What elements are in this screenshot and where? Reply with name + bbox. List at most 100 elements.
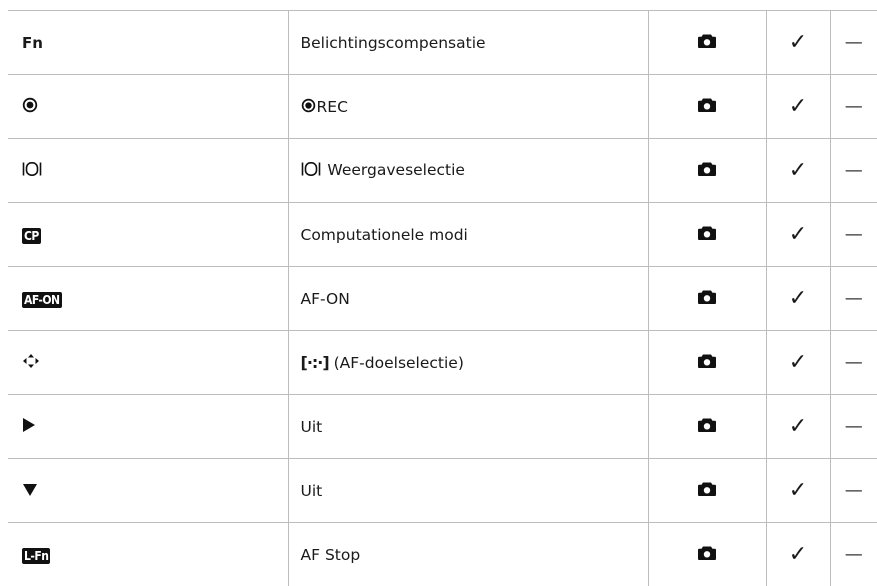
check-cell: ✓ [766, 267, 830, 331]
button-cell [8, 139, 288, 203]
dash-cell: — [830, 203, 877, 267]
camera-icon [697, 353, 717, 373]
checkmark-icon: ✓ [789, 222, 807, 247]
multi-selector-icon [22, 353, 40, 373]
checkmark-icon: ✓ [789, 350, 807, 375]
record-icon [22, 97, 38, 117]
button-cell [8, 331, 288, 395]
function-label: REC [317, 98, 348, 116]
camera-icon [697, 417, 717, 437]
table-row: L-Fn AF Stop ✓ — [8, 523, 877, 586]
camera-icon [697, 97, 717, 117]
table-row: Fn Belichtingscompensatie ✓ — [8, 11, 877, 75]
fn-button-label: Fn [22, 34, 43, 52]
mode-cell [648, 75, 766, 139]
camera-icon [697, 33, 717, 53]
button-cell: CP [8, 203, 288, 267]
dash-cell: — [830, 139, 877, 203]
table-row: AF-ON AF-ON ✓ — [8, 267, 877, 331]
function-cell: Belichtingscompensatie [288, 11, 648, 75]
checkmark-icon: ✓ [789, 414, 807, 439]
checkmark-icon: ✓ [789, 30, 807, 55]
function-label: Uit [301, 482, 323, 500]
checkmark-icon: ✓ [789, 478, 807, 503]
checkmark-icon: ✓ [789, 94, 807, 119]
button-cell [8, 459, 288, 523]
not-available-dash: — [845, 480, 863, 501]
button-cell: AF-ON [8, 267, 288, 331]
mode-cell [648, 139, 766, 203]
display-selection-icon [301, 161, 321, 181]
check-cell: ✓ [766, 395, 830, 459]
function-label: Computationele modi [301, 226, 468, 244]
not-available-dash: — [845, 224, 863, 245]
arrow-right-icon [22, 417, 36, 437]
function-label: Uit [301, 418, 323, 436]
check-cell: ✓ [766, 139, 830, 203]
button-cell [8, 395, 288, 459]
function-label: Weergaveselectie [323, 161, 465, 179]
table-row: REC ✓ — [8, 75, 877, 139]
check-cell: ✓ [766, 523, 830, 586]
checkmark-icon: ✓ [789, 542, 807, 567]
dash-cell: — [830, 331, 877, 395]
dash-cell: — [830, 267, 877, 331]
not-available-dash: — [845, 352, 863, 373]
function-label: AF-ON [301, 290, 350, 308]
function-cell: Weergaveselectie [288, 139, 648, 203]
table-row: [·:·] (AF-doelselectie) ✓ — [8, 331, 877, 395]
table-row: Uit ✓ — [8, 459, 877, 523]
record-icon [301, 98, 316, 117]
function-table: Fn Belichtingscompensatie ✓ — REC ✓ — Weergave… [8, 10, 877, 586]
checkmark-icon: ✓ [789, 286, 807, 311]
not-available-dash: — [845, 544, 863, 565]
table-row: CP Computationele modi ✓ — [8, 203, 877, 267]
function-cell: Uit [288, 395, 648, 459]
check-cell: ✓ [766, 331, 830, 395]
table-row: Uit ✓ — [8, 395, 877, 459]
check-cell: ✓ [766, 11, 830, 75]
button-badge-icon: CP [22, 228, 41, 244]
button-cell: Fn [8, 11, 288, 75]
check-cell: ✓ [766, 75, 830, 139]
mode-cell [648, 267, 766, 331]
check-cell: ✓ [766, 459, 830, 523]
function-cell: AF-ON [288, 267, 648, 331]
dash-cell: — [830, 523, 877, 586]
dash-cell: — [830, 75, 877, 139]
button-cell: L-Fn [8, 523, 288, 586]
mode-cell [648, 395, 766, 459]
camera-icon [697, 545, 717, 565]
mode-cell [648, 459, 766, 523]
mode-cell [648, 203, 766, 267]
af-target-icon: [·:·] [301, 353, 329, 372]
table-row: Weergaveselectie ✓ — [8, 139, 877, 203]
button-badge-icon: AF-ON [22, 292, 62, 308]
dash-cell: — [830, 395, 877, 459]
not-available-dash: — [845, 32, 863, 53]
camera-icon [697, 289, 717, 309]
camera-icon [697, 161, 717, 181]
not-available-dash: — [845, 96, 863, 117]
button-cell [8, 75, 288, 139]
not-available-dash: — [845, 160, 863, 181]
mode-cell [648, 523, 766, 586]
function-cell: Computationele modi [288, 203, 648, 267]
function-cell: [·:·] (AF-doelselectie) [288, 331, 648, 395]
function-label: AF Stop [301, 546, 361, 564]
arrow-down-icon [22, 482, 38, 501]
function-cell: Uit [288, 459, 648, 523]
function-cell: AF Stop [288, 523, 648, 586]
dash-cell: — [830, 459, 877, 523]
not-available-dash: — [845, 416, 863, 437]
mode-cell [648, 331, 766, 395]
not-available-dash: — [845, 288, 863, 309]
dash-cell: — [830, 11, 877, 75]
button-badge-icon: L-Fn [22, 548, 50, 564]
function-label: Belichtingscompensatie [301, 34, 486, 52]
camera-icon [697, 481, 717, 501]
function-label: (AF-doelselectie) [329, 354, 464, 372]
display-selection-icon [22, 161, 42, 181]
check-cell: ✓ [766, 203, 830, 267]
mode-cell [648, 11, 766, 75]
